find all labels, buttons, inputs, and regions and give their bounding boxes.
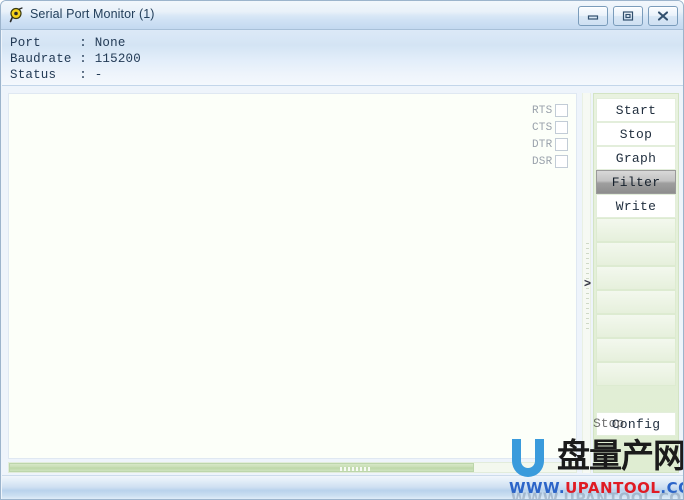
scrollbar-thumb[interactable] — [9, 463, 474, 472]
empty-slot-1[interactable] — [596, 218, 676, 242]
window-title: Serial Port Monitor (1) — [30, 7, 155, 21]
signal-checkbox-dtr[interactable] — [555, 138, 569, 151]
title-bar[interactable]: Serial Port Monitor (1) — [1, 1, 683, 30]
signal-label-cts: CTS — [532, 121, 553, 134]
application-window: Serial Port Monitor (1) Port : None Baud… — [0, 0, 684, 500]
signal-row-dtr: DTR — [532, 136, 578, 153]
signal-checkbox-cts[interactable] — [555, 121, 569, 134]
signal-row-cts: CTS — [532, 119, 578, 136]
chevron-right-icon[interactable]: > — [583, 275, 592, 291]
signal-checkbox-rts[interactable] — [555, 104, 569, 117]
maximize-button[interactable] — [613, 6, 643, 26]
serial-output-area[interactable] — [8, 93, 577, 459]
close-button[interactable] — [648, 6, 678, 26]
scrollbar-grip-icon — [340, 467, 382, 471]
info-row-baudrate: Baudrate : 115200 — [10, 52, 141, 66]
status-bar — [2, 475, 683, 499]
signal-label-rts: RTS — [532, 104, 553, 117]
empty-slot-3[interactable] — [596, 266, 676, 290]
filter-button[interactable]: Filter — [596, 170, 676, 194]
app-icon — [9, 7, 25, 23]
signal-row-rts: RTS — [532, 102, 578, 119]
window-controls — [578, 6, 678, 26]
graph-button[interactable]: Graph — [596, 146, 676, 170]
signal-checkbox-dsr[interactable] — [555, 155, 569, 168]
start-button[interactable]: Start — [596, 98, 676, 122]
signal-row-dsr: DSR — [532, 153, 578, 170]
signal-label-dsr: DSR — [532, 155, 553, 168]
info-row-status: Status : - — [10, 68, 103, 82]
empty-slot-6[interactable] — [596, 338, 676, 362]
connection-info-panel: Port : None Baudrate : 115200 Status : - — [2, 30, 683, 86]
empty-slot-2[interactable] — [596, 242, 676, 266]
minimize-button[interactable] — [578, 6, 608, 26]
serial-output-text[interactable] — [9, 94, 576, 458]
ghost-stop-label: Stop — [593, 416, 625, 431]
empty-slot-4[interactable] — [596, 290, 676, 314]
signal-indicators: RTS CTS DTR DSR — [532, 102, 578, 174]
horizontal-scrollbar[interactable] — [8, 462, 577, 473]
empty-slot-5[interactable] — [596, 314, 676, 338]
panel-splitter[interactable]: > — [582, 93, 591, 473]
empty-slot-7[interactable] — [596, 362, 676, 386]
stop-button[interactable]: Stop — [596, 122, 676, 146]
signal-label-dtr: DTR — [532, 138, 553, 151]
info-row-port: Port : None — [10, 36, 126, 50]
write-button[interactable]: Write — [596, 194, 676, 218]
